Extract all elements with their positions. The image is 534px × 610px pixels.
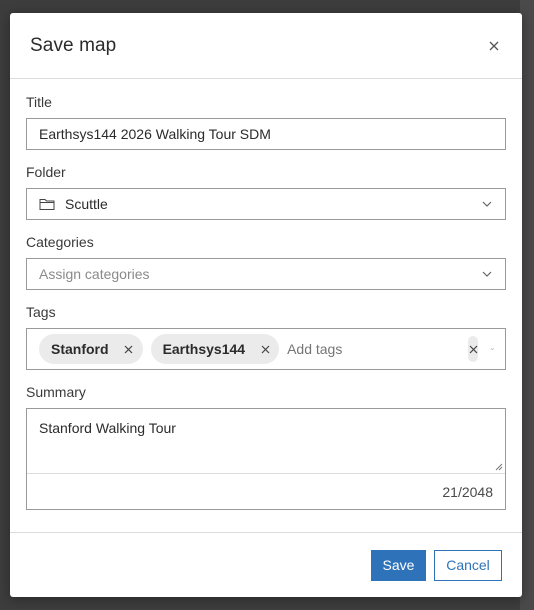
close-icon — [489, 41, 499, 50]
folder-select-value: Scuttle — [39, 196, 108, 212]
title-input[interactable]: Earthsys144 2026 Walking Tour SDM — [26, 118, 506, 150]
clear-tags-button[interactable] — [468, 336, 479, 362]
add-tags-input[interactable] — [287, 341, 469, 357]
folder-icon — [39, 199, 55, 210]
background-map-edge — [520, 0, 534, 610]
folder-field-group: Folder Scuttle — [26, 164, 506, 220]
chevron-down-icon — [482, 271, 492, 277]
cancel-button[interactable]: Cancel — [434, 549, 502, 581]
x-icon — [261, 345, 270, 353]
save-button[interactable]: Save — [371, 549, 426, 581]
chevron-down-icon[interactable] — [490, 345, 495, 353]
dialog-title: Save map — [30, 34, 117, 56]
tags-label: Tags — [26, 304, 56, 320]
folder-select[interactable]: Scuttle — [26, 188, 506, 220]
categories-field-group: Categories Assign categories — [26, 234, 506, 290]
title-label: Title — [26, 94, 52, 110]
summary-textarea-container: Stanford Walking Tour 21/2048 — [26, 408, 506, 510]
dialog-footer: Save Cancel — [10, 532, 522, 597]
character-count: 21/2048 — [442, 484, 493, 500]
categories-select[interactable]: Assign categories — [26, 258, 506, 290]
clear-icon — [469, 345, 478, 353]
summary-textarea[interactable]: Stanford Walking Tour — [27, 409, 505, 474]
resize-handle-icon[interactable] — [495, 463, 503, 471]
folder-label: Folder — [26, 164, 66, 180]
x-icon — [124, 345, 133, 353]
tag-chip-label: Stanford — [51, 341, 109, 357]
summary-text: Stanford Walking Tour — [39, 420, 176, 436]
dialog-header: Save map — [10, 13, 522, 79]
tags-combobox: Stanford Earthsys144 — [26, 328, 506, 370]
title-field-group: Title Earthsys144 2026 Walking Tour SDM — [26, 94, 506, 150]
tag-chip: Stanford — [39, 334, 143, 364]
close-button[interactable] — [484, 36, 504, 56]
dialog-body: Title Earthsys144 2026 Walking Tour SDM … — [10, 79, 522, 510]
remove-tag-button[interactable] — [123, 343, 135, 355]
summary-field-group: Summary Stanford Walking Tour 21/2048 — [26, 384, 506, 510]
categories-label: Categories — [26, 234, 94, 250]
tag-chip: Earthsys144 — [150, 334, 280, 364]
categories-placeholder: Assign categories — [39, 266, 150, 282]
tags-field-group: Tags Stanford Earthsys144 — [26, 304, 506, 370]
folder-name: Scuttle — [65, 196, 108, 212]
chevron-down-icon — [482, 201, 492, 207]
tag-chip-label: Earthsys144 — [162, 341, 246, 357]
save-map-dialog: Save map Title Earthsys144 2026 Walking … — [10, 13, 522, 597]
remove-tag-button[interactable] — [259, 343, 271, 355]
summary-label: Summary — [26, 384, 86, 400]
